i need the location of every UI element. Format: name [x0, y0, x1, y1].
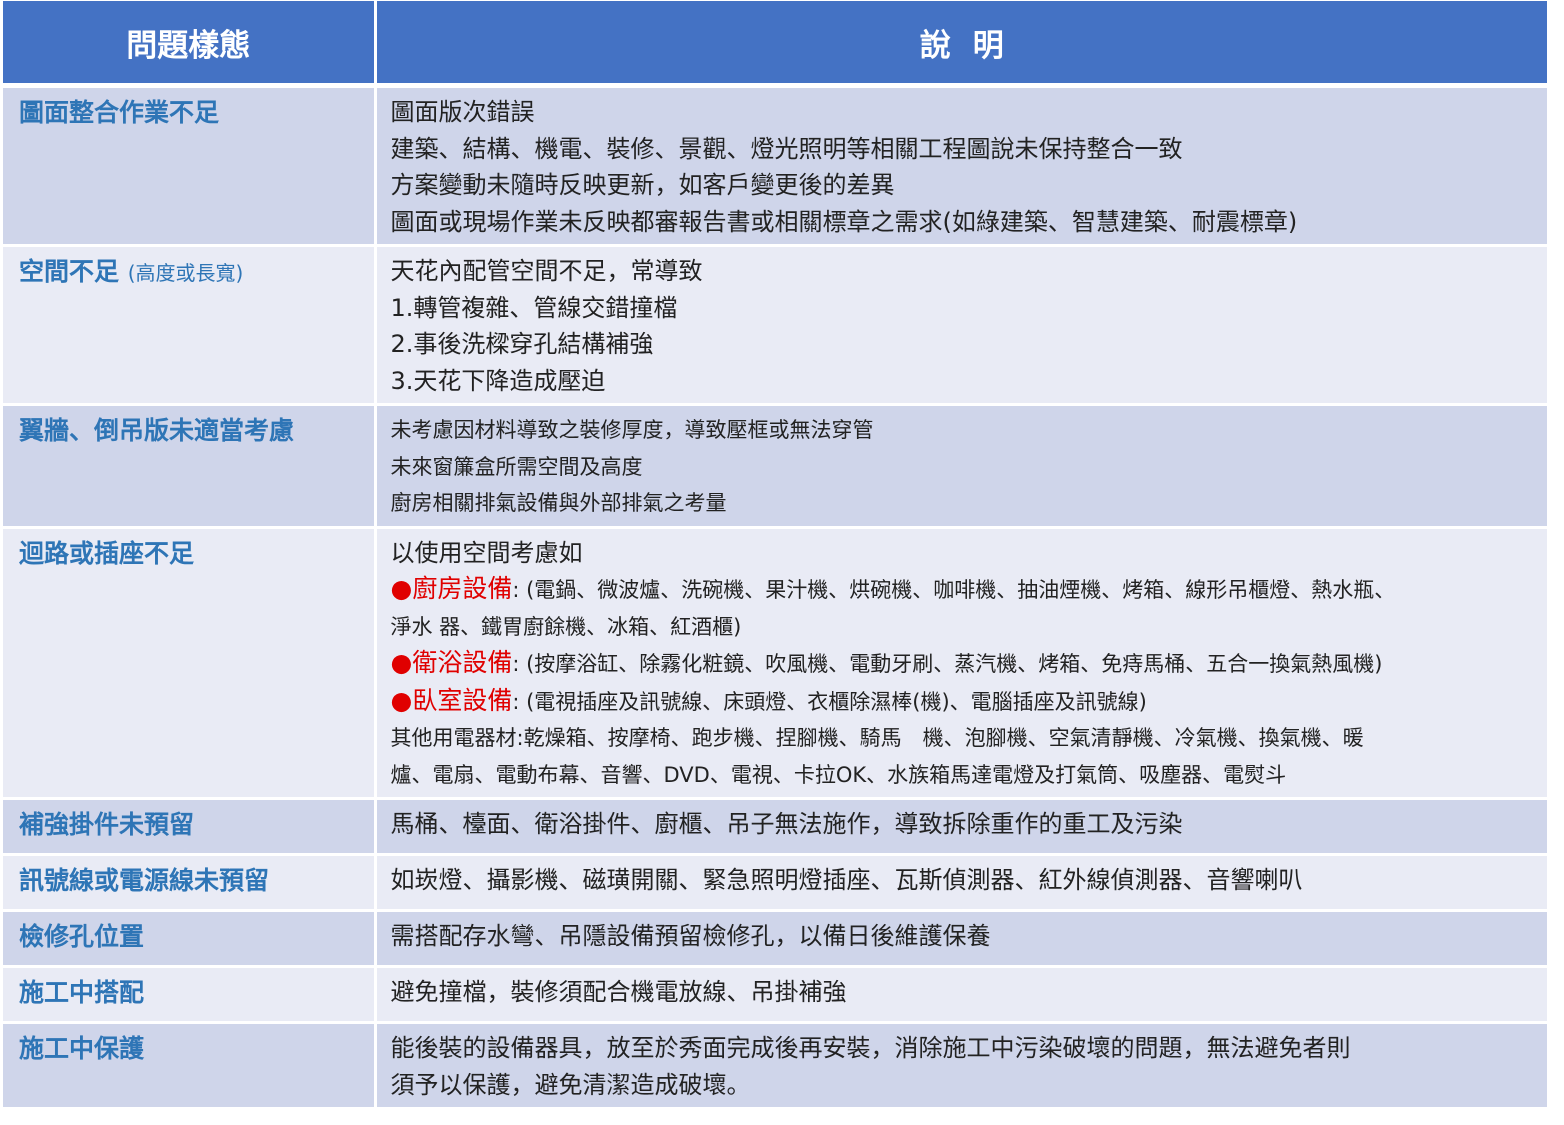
- description-cell: 未考慮因材料導致之裝修厚度，導致壓框或無法穿管 未來窗簾盒所需空間及高度 廚房相…: [375, 404, 1548, 529]
- issue-title: 圖面整合作業不足: [19, 98, 220, 127]
- description-cell: 以使用空間考慮如 ●廚房設備: (電鍋、微波爐、洗碗機、果汁機、烘碗機、咖啡機、…: [375, 527, 1548, 800]
- description: 如崁燈、攝影機、磁璜開關、緊急照明燈插座、瓦斯偵測器、紅外線偵測器、音響喇叭: [377, 856, 1548, 903]
- table-row: 補強掛件未預留 馬桶、檯面、衛浴掛件、廚櫃、吊子無法施作，導致拆除重作的重工及污…: [3, 798, 1548, 856]
- description: 能後裝的設備器具，放至於秀面完成後再安裝，消除施工中污染破壞的問題，無法避免者則…: [377, 1024, 1548, 1107]
- issue-title: 翼牆、倒吊版未適當考慮: [19, 416, 295, 445]
- table-row: 翼牆、倒吊版未適當考慮 未考慮因材料導致之裝修厚度，導致壓框或無法穿管 未來窗簾…: [3, 404, 1548, 529]
- table-row: 施工中保護 能後裝的設備器具，放至於秀面完成後再安裝，消除施工中污染破壞的問題，…: [3, 1022, 1548, 1110]
- description: 天花內配管空間不足，常導致 1.轉管複雜、管線交錯撞檔 2.事後洗樑穿孔結構補強…: [377, 247, 1548, 403]
- issue-cell: 空間不足 (高度或長寬): [3, 245, 377, 406]
- group-label: 衛浴設備: [412, 648, 513, 677]
- issues-table-wrapper: 問題樣態 說明 圖面整合作業不足 圖面版次錯誤 建築、結構、機電、裝修、景觀、燈…: [3, 1, 1547, 1110]
- bullet-icon: ●: [390, 685, 413, 715]
- description: 未考慮因材料導致之裝修厚度，導致壓框或無法穿管 未來窗簾盒所需空間及高度 廚房相…: [377, 406, 1548, 526]
- equipment-group-bedroom: ●臥室設備: (電視插座及訊號線、床頭燈、衣櫃除濕棒(機)、電腦插座及訊號線): [391, 683, 1538, 721]
- description-line: 3.天花下降造成壓迫: [390, 366, 606, 395]
- table-row: 圖面整合作業不足 圖面版次錯誤 建築、結構、機電、裝修、景觀、燈光照明等相關工程…: [3, 85, 1548, 247]
- description-line: 避免撞檔，裝修須配合機電放線、吊掛補強: [390, 978, 847, 1006]
- issue-title: 空間不足 (高度或長寬): [3, 247, 374, 288]
- issue-cell: 訊號線或電源線未預留: [3, 854, 377, 912]
- table-row: 空間不足 (高度或長寬) 天花內配管空間不足，常導致 1.轉管複雜、管線交錯撞檔…: [3, 245, 1548, 406]
- bullet-icon: ●: [390, 574, 413, 603]
- issue-cell: 施工中搭配: [3, 966, 377, 1024]
- group-items: : (電視插座及訊號線、床頭燈、衣櫃除濕棒(機)、電腦插座及訊號線): [512, 689, 1147, 714]
- issue-title-text: 空間不足: [19, 257, 120, 286]
- issue-title: 補強掛件未預留: [19, 810, 195, 839]
- table-row: 迴路或插座不足 以使用空間考慮如 ●廚房設備: (電鍋、微波爐、洗碗機、果汁機、…: [3, 527, 1548, 800]
- description-line: 馬桶、檯面、衛浴掛件、廚櫃、吊子無法施作，導致拆除重作的重工及污染: [390, 810, 1183, 838]
- issue-cell: 補強掛件未預留: [3, 798, 377, 856]
- description-line: 未考慮因材料導致之裝修厚度，導致壓框或無法穿管: [390, 418, 874, 442]
- issue-title: 檢修孔位置: [19, 922, 145, 951]
- issues-table: 問題樣態 說明 圖面整合作業不足 圖面版次錯誤 建築、結構、機電、裝修、景觀、燈…: [3, 1, 1547, 1110]
- issue-title-note: (高度或長寬): [127, 261, 244, 285]
- description-cell: 能後裝的設備器具，放至於秀面完成後再安裝，消除施工中污染破壞的問題，無法避免者則…: [375, 1022, 1548, 1110]
- description-cell: 避免撞檔，裝修須配合機電放線、吊掛補強: [375, 966, 1548, 1024]
- issue-cell: 迴路或插座不足: [3, 527, 377, 800]
- description-cell: 如崁燈、攝影機、磁璜開關、緊急照明燈插座、瓦斯偵測器、紅外線偵測器、音響喇叭: [375, 854, 1548, 912]
- description: 圖面版次錯誤 建築、結構、機電、裝修、景觀、燈光照明等相關工程圖說未保持整合一致…: [377, 88, 1548, 244]
- issue-title: 施工中保護: [19, 1034, 145, 1063]
- description-cell: 馬桶、檯面、衛浴掛件、廚櫃、吊子無法施作，導致拆除重作的重工及污染: [375, 798, 1548, 856]
- table-row: 施工中搭配 避免撞檔，裝修須配合機電放線、吊掛補強: [3, 966, 1548, 1024]
- issue-title: 迴路或插座不足: [19, 538, 195, 568]
- description-line: 圖面或現場作業未反映都審報告書或相關標章之需求(如綠建築、智慧建築、耐震標章): [390, 207, 1298, 236]
- group-label: 臥室設備: [412, 685, 513, 715]
- description-cell: 圖面版次錯誤 建築、結構、機電、裝修、景觀、燈光照明等相關工程圖說未保持整合一致…: [375, 85, 1548, 247]
- header-description: 說明: [375, 1, 1547, 88]
- description: 馬桶、檯面、衛浴掛件、廚櫃、吊子無法施作，導致拆除重作的重工及污染: [377, 800, 1548, 847]
- description: 避免撞檔，裝修須配合機電放線、吊掛補強: [377, 968, 1548, 1015]
- description-cell: 需搭配存水彎、吊隱設備預留檢修孔，以備日後維護保養: [375, 910, 1548, 968]
- table-row: 訊號線或電源線未預留 如崁燈、攝影機、磁璜開關、緊急照明燈插座、瓦斯偵測器、紅外…: [3, 854, 1548, 912]
- header-issue-type: 問題樣態: [3, 1, 377, 88]
- description: 以使用空間考慮如 ●廚房設備: (電鍋、微波爐、洗碗機、果汁機、烘碗機、咖啡機、…: [377, 529, 1548, 798]
- issue-title: 訊號線或電源線未預留: [19, 866, 270, 895]
- description-line: 能後裝的設備器具，放至於秀面完成後再安裝，消除施工中污染破壞的問題，無法避免者則: [390, 1034, 1351, 1062]
- description-line: 未來窗簾盒所需空間及高度: [390, 454, 643, 479]
- issue-cell: 施工中保護: [3, 1022, 377, 1110]
- issue-cell: 翼牆、倒吊版未適當考慮: [3, 404, 377, 529]
- description-line: 圖面版次錯誤: [390, 98, 535, 126]
- description-line: 1.轉管複雜、管線交錯撞檔: [390, 293, 678, 322]
- bullet-icon: ●: [390, 648, 413, 677]
- table-header-row: 問題樣態 說明: [3, 1, 1547, 88]
- description-line: 需搭配存水彎、吊隱設備預留檢修孔，以備日後維護保養: [390, 922, 991, 950]
- table-row: 檢修孔位置 需搭配存水彎、吊隱設備預留檢修孔，以備日後維護保養: [3, 910, 1548, 968]
- description-line: 須予以保護，避免清潔造成破壞。: [390, 1070, 751, 1099]
- description-line: 建築、結構、機電、裝修、景觀、燈光照明等相關工程圖說未保持整合一致: [390, 134, 1183, 163]
- description-line: 廚房相關排氣設備與外部排氣之考量: [390, 491, 727, 515]
- description: 需搭配存水彎、吊隱設備預留檢修孔，以備日後維護保養: [377, 912, 1548, 959]
- description-line: 其他用電器材:乾燥箱、按摩椅、跑步機、捏腳機、騎馬 機、泡腳機、空氣清靜機、冷氣…: [390, 726, 1364, 750]
- issue-cell: 檢修孔位置: [3, 910, 377, 968]
- description-line: 爐、電扇、電動布幕、音響、DVD、電視、卡拉OK、水族箱馬達電燈及打氣筒、吸塵器…: [390, 762, 1287, 787]
- equipment-group-bath: ●衛浴設備: (按摩浴缸、除霧化粧鏡、吹風機、電動牙刷、蒸汽機、烤箱、免痔馬桶、…: [391, 645, 1538, 683]
- group-label: 廚房設備: [412, 574, 513, 603]
- description-line: 如崁燈、攝影機、磁璜開關、緊急照明燈插座、瓦斯偵測器、紅外線偵測器、音響喇叭: [390, 866, 1303, 894]
- issue-cell: 圖面整合作業不足: [3, 85, 377, 247]
- description-cell: 天花內配管空間不足，常導致 1.轉管複雜、管線交錯撞檔 2.事後洗樑穿孔結構補強…: [375, 245, 1548, 406]
- issue-title: 施工中搭配: [19, 978, 145, 1007]
- group-items: : (電鍋、微波爐、洗碗機、果汁機、烘碗機、咖啡機、抽油煙機、烤箱、線形吊櫃燈、…: [512, 578, 1396, 602]
- group-items: : (按摩浴缸、除霧化粧鏡、吹風機、電動牙刷、蒸汽機、烤箱、免痔馬桶、五合一換氣…: [512, 652, 1383, 676]
- description-intro: 以使用空間考慮如: [390, 538, 583, 567]
- equipment-group-kitchen: ●廚房設備: (電鍋、微波爐、洗碗機、果汁機、烘碗機、咖啡機、抽油煙機、烤箱、線…: [391, 571, 1538, 609]
- description-line: 方案變動未隨時反映更新，如客戶變更後的差異: [390, 171, 895, 199]
- description-line: 淨水 器、鐵胃廚餘機、冰箱、紅酒櫃): [390, 614, 742, 639]
- description-line: 天花內配管空間不足，常導致: [390, 257, 703, 285]
- description-line: 2.事後洗樑穿孔結構補強: [390, 330, 654, 358]
